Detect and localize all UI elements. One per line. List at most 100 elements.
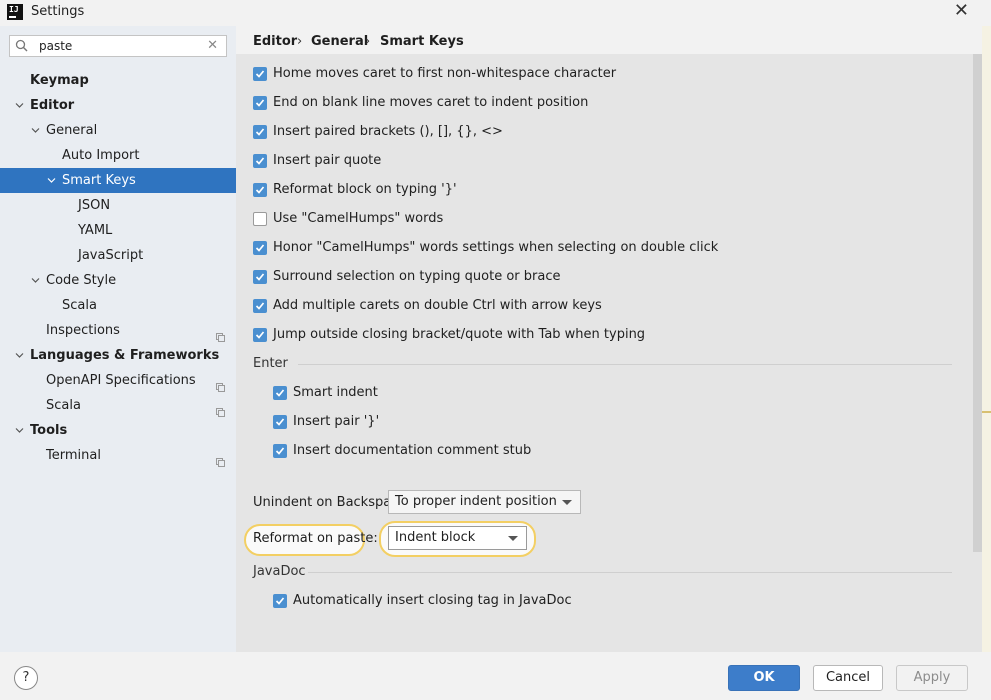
checkbox-checked[interactable] [253,241,267,255]
settings-content-panel: Editor › General › Smart Keys Home moves… [236,26,991,652]
tree-item-smart-keys[interactable]: Smart Keys [0,168,236,193]
option-label: End on blank line moves caret to indent … [273,95,589,110]
tree-item-tools[interactable]: Tools [0,418,236,443]
option-label: Smart indent [293,385,378,400]
tree-item-label: Auto Import [62,148,140,163]
option-label: Surround selection on typing quote or br… [273,269,561,284]
checkbox-checked[interactable] [253,299,267,313]
option-label: Insert pair quote [273,153,382,168]
intellij-app-icon: IJ [7,4,23,20]
tree-item-scala[interactable]: Scala [0,293,236,318]
breadcrumb-general[interactable]: General [311,34,368,49]
tree-item-languages-frameworks[interactable]: Languages & Frameworks [0,343,236,368]
chevron-down-icon[interactable] [15,351,24,359]
tree-item-openapi-specifications[interactable]: OpenAPI Specifications [0,368,236,393]
tree-item-terminal[interactable]: Terminal [0,443,236,468]
project-scope-icon [216,451,225,467]
smart-keys-settings: Home moves caret to first non-whitespace… [236,54,972,652]
chevron-down-icon [508,536,518,541]
javadoc-section-title: JavaDoc [253,564,306,579]
checkbox-checked[interactable] [253,183,267,197]
checkbox-checked[interactable] [253,154,267,168]
option-label: Insert paired brackets (), [], {}, <> [273,124,503,139]
tree-item-label: Terminal [46,448,101,463]
close-icon[interactable]: ✕ [954,0,969,21]
checkbox-unchecked[interactable] [253,212,267,226]
checkbox-checked[interactable] [253,67,267,81]
enter-section-title: Enter [253,356,288,371]
checkbox-checked[interactable] [253,328,267,342]
checkbox-checked[interactable] [273,444,287,458]
option-label: Reformat block on typing '}' [273,182,457,197]
tree-item-label: Editor [30,98,75,113]
tree-item-label: Inspections [46,323,120,338]
breadcrumb-smart-keys: Smart Keys [380,34,464,49]
ok-button[interactable]: OK [728,665,800,691]
tree-item-label: JSON [78,198,111,213]
tree-item-inspections[interactable]: Inspections [0,318,236,343]
tree-item-label: JavaScript [78,248,144,263]
tree-item-editor[interactable]: Editor [0,93,236,118]
search-input[interactable] [39,38,209,54]
chevron-down-icon[interactable] [15,426,24,434]
checkbox-checked[interactable] [273,415,287,429]
help-button[interactable]: ? [14,666,38,690]
breadcrumb: Editor › General › Smart Keys [236,26,991,54]
option-label: Use "CamelHumps" words [273,211,444,226]
tree-item-yaml[interactable]: YAML [0,218,236,243]
chevron-down-icon [562,500,572,505]
option-label: Automatically insert closing tag in Java… [293,593,572,608]
tree-item-label: Scala [62,298,97,313]
tree-item-label: YAML [78,223,113,238]
chevron-down-icon[interactable] [47,176,56,184]
project-scope-icon [216,376,225,392]
unindent-value: To proper indent position [395,494,557,509]
chevron-down-icon[interactable] [31,126,40,134]
search-icon [15,39,28,52]
tree-item-general[interactable]: General [0,118,236,143]
title-bar: IJ Settings ✕ [0,0,991,26]
window-title: Settings [31,4,85,19]
settings-sidebar: ✕ Keymap Editor General Auto Import Smart Ke… [0,26,236,652]
breadcrumb-separator: › [365,34,371,49]
section-divider [298,364,952,365]
clear-icon[interactable]: ✕ [207,38,218,53]
tree-item-keymap[interactable]: Keymap [0,68,236,93]
tree-item-auto-import[interactable]: Auto Import [0,143,236,168]
search-field[interactable]: ✕ [9,35,227,57]
tree-item-label: Code Style [46,273,117,288]
project-scope-icon [216,401,225,417]
tree-item-label: General [46,123,98,138]
option-label: Jump outside closing bracket/quote with … [273,327,646,342]
checkbox-checked[interactable] [273,386,287,400]
unindent-combo[interactable]: To proper indent position [388,490,581,514]
cancel-button[interactable]: Cancel [813,665,883,691]
section-divider [308,572,952,573]
tree-item-label: Tools [30,423,68,438]
apply-button[interactable]: Apply [896,665,968,691]
option-label: Insert pair '}' [293,414,380,429]
dialog-footer: ? OK Cancel Apply [0,652,991,700]
tree-item-scala-lang[interactable]: Scala [0,393,236,418]
option-label: Insert documentation comment stub [293,443,532,458]
tree-item-label: Keymap [30,73,89,88]
option-label: Home moves caret to first non-whitespace… [273,66,617,81]
tree-item-json[interactable]: JSON [0,193,236,218]
app-icon-text: IJ [9,5,19,14]
option-label: Honor "CamelHumps" words settings when s… [273,240,719,255]
reformat-on-paste-label: Reformat on paste: [253,531,378,546]
breadcrumb-editor[interactable]: Editor [253,34,297,49]
tree-item-code-style[interactable]: Code Style [0,268,236,293]
checkbox-checked[interactable] [253,270,267,284]
checkbox-checked[interactable] [253,96,267,110]
checkbox-checked[interactable] [273,594,287,608]
reformat-on-paste-combo[interactable]: Indent block [388,526,527,550]
reformat-on-paste-value: Indent block [395,530,476,545]
tree-item-label: OpenAPI Specifications [46,373,196,388]
chevron-down-icon[interactable] [15,101,24,109]
checkbox-checked[interactable] [253,125,267,139]
option-label: Add multiple carets on double Ctrl with … [273,298,602,313]
chevron-down-icon[interactable] [31,276,40,284]
tree-item-javascript[interactable]: JavaScript [0,243,236,268]
breadcrumb-separator: › [297,34,303,49]
